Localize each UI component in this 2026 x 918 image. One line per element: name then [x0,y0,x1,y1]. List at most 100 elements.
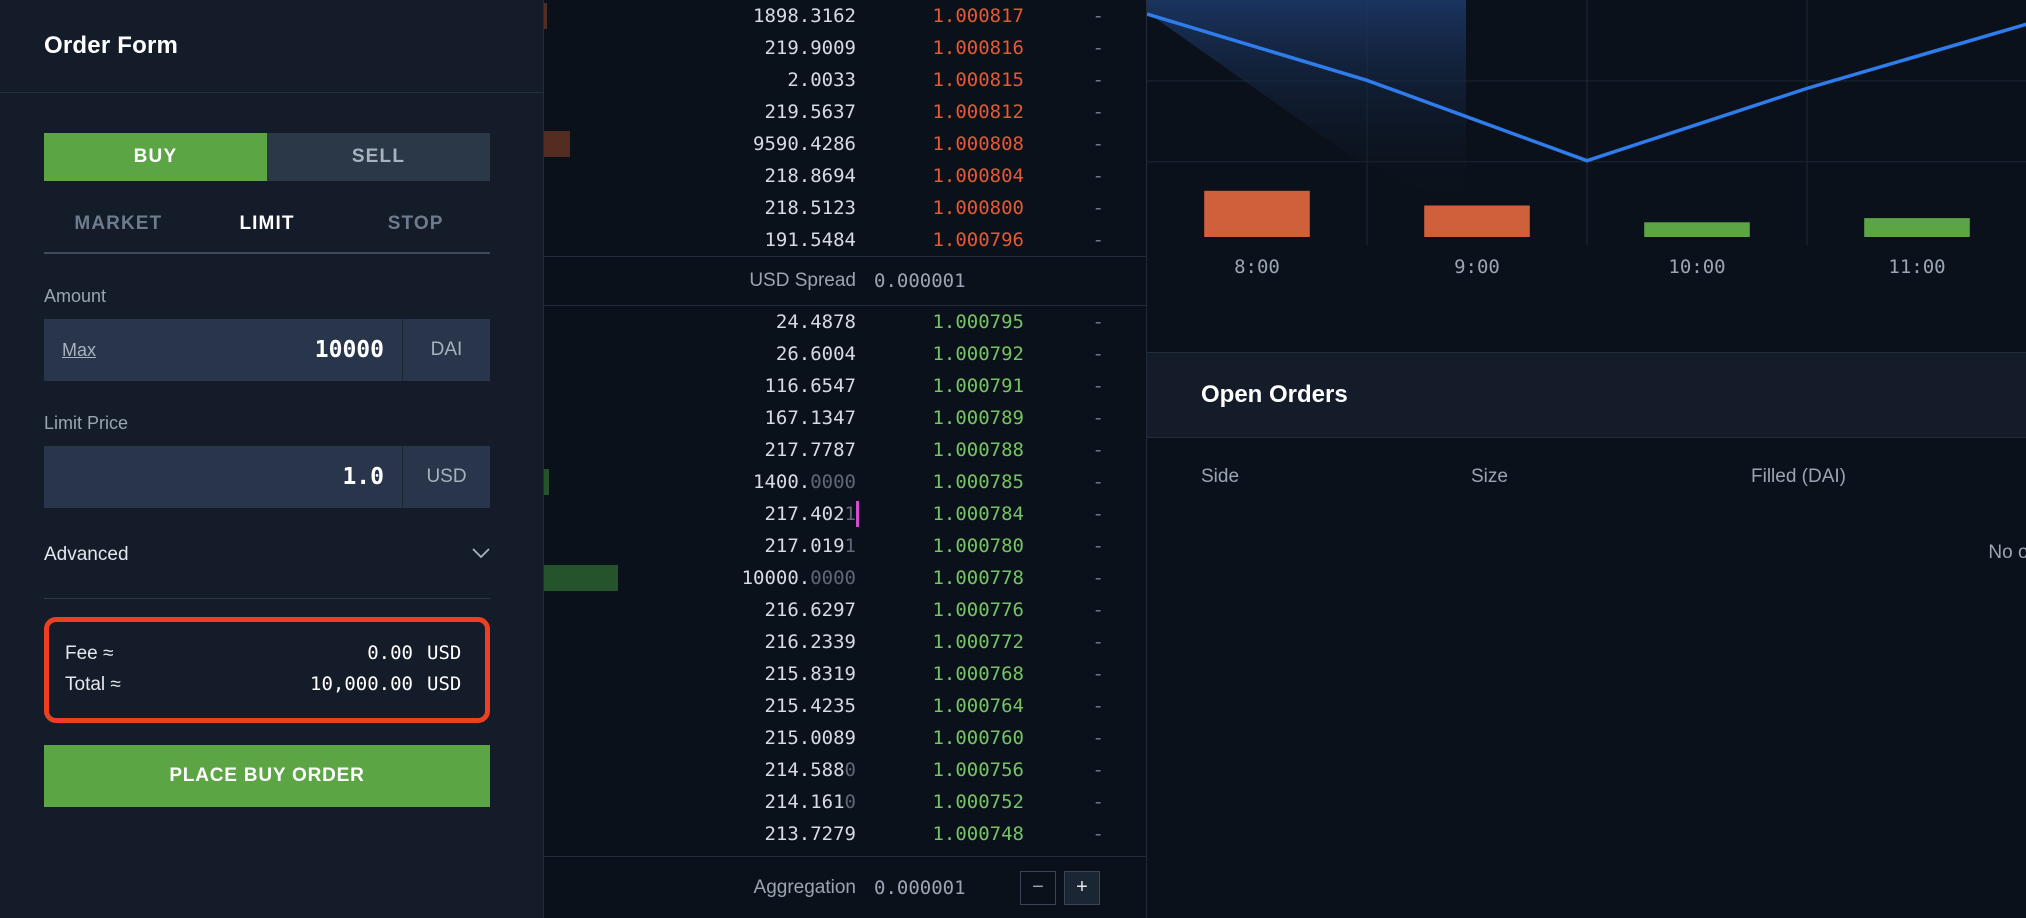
trading-app: Order Form BUY SELL MARKET LIMIT STOP Am… [0,0,2026,918]
advanced-label: Advanced [44,544,129,566]
order-mine: - [1044,37,1124,59]
order-price: 1.000764 [874,695,1044,717]
order-mine: - [1044,343,1124,365]
order-size: 217.0191 [544,535,874,557]
order-size: 24.4878 [544,311,874,333]
x-axis-tick-label: 10:00 [1668,256,1725,278]
order-size: 213.7279 [544,823,874,845]
order-book-row[interactable]: 218.51231.000800- [544,192,1146,224]
order-book-row[interactable]: 116.65471.000791- [544,370,1146,402]
price-chart-panel[interactable]: 8:009:0010:0011:00 [1147,0,2026,353]
order-size: 218.5123 [544,197,874,219]
order-price: 1.000792 [874,343,1044,365]
order-book-row[interactable]: 167.13471.000789- [544,402,1146,434]
order-book-row[interactable]: 217.77871.000788- [544,434,1146,466]
buy-side-button[interactable]: BUY [44,133,267,181]
column-header-side: Side [1201,466,1471,488]
order-mine: - [1044,631,1124,653]
open-orders-column-headers: Side Size Filled (DAI) Price [1147,438,2026,516]
order-book-row[interactable]: 218.86941.000804- [544,160,1146,192]
tab-limit[interactable]: LIMIT [193,213,342,252]
order-book-row[interactable]: 214.58801.000756- [544,754,1146,786]
amount-label: Amount [44,286,499,307]
order-book-row[interactable]: 2.00331.000815- [544,64,1146,96]
order-book-row[interactable]: 213.72791.000748- [544,818,1146,850]
order-price: 1.000812 [874,101,1044,123]
order-price: 1.000778 [874,567,1044,589]
order-book-row[interactable]: 214.16101.000752- [544,786,1146,818]
order-price: 1.000772 [874,631,1044,653]
aggregation-decrease-button[interactable]: − [1020,871,1056,905]
aggregation-increase-button[interactable]: + [1064,871,1100,905]
order-book-row[interactable]: 191.54841.000796- [544,224,1146,256]
total-row: Total ≈ 10,000.00 USD [63,669,471,700]
sell-side-button[interactable]: SELL [267,133,490,181]
order-size: 2.0033 [544,69,874,91]
order-mine: - [1044,535,1124,557]
order-form-header: Order Form [0,0,543,93]
tab-market[interactable]: MARKET [44,213,193,252]
advanced-toggle[interactable]: Advanced [44,544,490,566]
order-book-panel: 1898.31621.000817-219.90091.000816-2.003… [544,0,1147,918]
amount-input[interactable]: 10000 [96,337,384,363]
total-label: Total ≈ [65,674,121,696]
order-size: 191.5484 [544,229,874,251]
volume-bar [1424,206,1530,238]
order-mine: - [1044,439,1124,461]
fee-value: 0.00 [367,642,413,664]
amount-max-link[interactable]: Max [62,340,96,361]
order-book-row[interactable]: 215.83191.000768- [544,658,1146,690]
order-mine: - [1044,311,1124,333]
order-book-row[interactable]: 215.00891.000760- [544,722,1146,754]
order-size: 219.5637 [544,101,874,123]
fee-unit: USD [427,642,469,664]
order-book-row[interactable]: 1898.31621.000817- [544,0,1146,32]
order-mine: - [1044,727,1124,749]
order-price: 1.000760 [874,727,1044,749]
x-axis-tick-label: 9:00 [1454,256,1500,278]
order-size: 215.8319 [544,663,874,685]
tab-stop[interactable]: STOP [341,213,490,252]
amount-input-wrapper[interactable]: Max 10000 [44,319,402,381]
order-summary-highlight-box: Fee ≈ 0.00 USD Total ≈ 10,000.00 USD [44,617,490,723]
order-book-row[interactable]: 215.42351.000764- [544,690,1146,722]
order-book-row[interactable]: 1400.00001.000785- [544,466,1146,498]
order-size: 217.4021 [544,503,874,525]
order-mine: - [1044,663,1124,685]
order-price: 1.000788 [874,439,1044,461]
spread-label: USD Spread [544,270,874,292]
spread-row: USD Spread 0.000001 [544,256,1146,306]
order-price: 1.000804 [874,165,1044,187]
limit-price-input-wrapper[interactable]: 1.0 [44,446,402,508]
order-book-row[interactable]: 217.01911.000780- [544,530,1146,562]
place-buy-order-button[interactable]: PLACE BUY ORDER [44,745,490,807]
open-orders-empty-message: No orders to sh [1147,516,2026,564]
order-size: 167.1347 [544,407,874,429]
order-book-row[interactable]: 219.90091.000816- [544,32,1146,64]
order-book-row[interactable]: 217.40211.000784- [544,498,1146,530]
order-size: 214.1610 [544,791,874,813]
order-book-row[interactable]: 216.62971.000776- [544,594,1146,626]
order-price: 1.000815 [874,69,1044,91]
order-price: 1.000796 [874,229,1044,251]
order-mine: - [1044,375,1124,397]
order-book-row[interactable]: 26.60041.000792- [544,338,1146,370]
order-book-row[interactable]: 9590.42861.000808- [544,128,1146,160]
order-book-row[interactable]: 10000.00001.000778- [544,562,1146,594]
order-mine: - [1044,503,1124,525]
order-book-row[interactable]: 24.48781.000795- [544,306,1146,338]
order-size: 1898.3162 [544,5,874,27]
order-size: 1400.0000 [544,471,874,493]
order-mine: - [1044,165,1124,187]
price-chart[interactable]: 8:009:0010:0011:00 [1147,0,2026,353]
side-toggle: BUY SELL [44,133,490,181]
order-mine: - [1044,133,1124,155]
amount-unit-label: DAI [402,319,490,381]
fee-label: Fee ≈ [65,643,113,665]
order-book-row[interactable]: 219.56371.000812- [544,96,1146,128]
limit-price-input[interactable]: 1.0 [62,464,384,490]
order-book-row[interactable]: 216.23391.000772- [544,626,1146,658]
x-axis-tick-label: 8:00 [1234,256,1280,278]
column-header-filled: Filled (DAI) [1751,466,2026,488]
order-book-footer: Aggregation 0.000001 − + [544,856,1146,918]
